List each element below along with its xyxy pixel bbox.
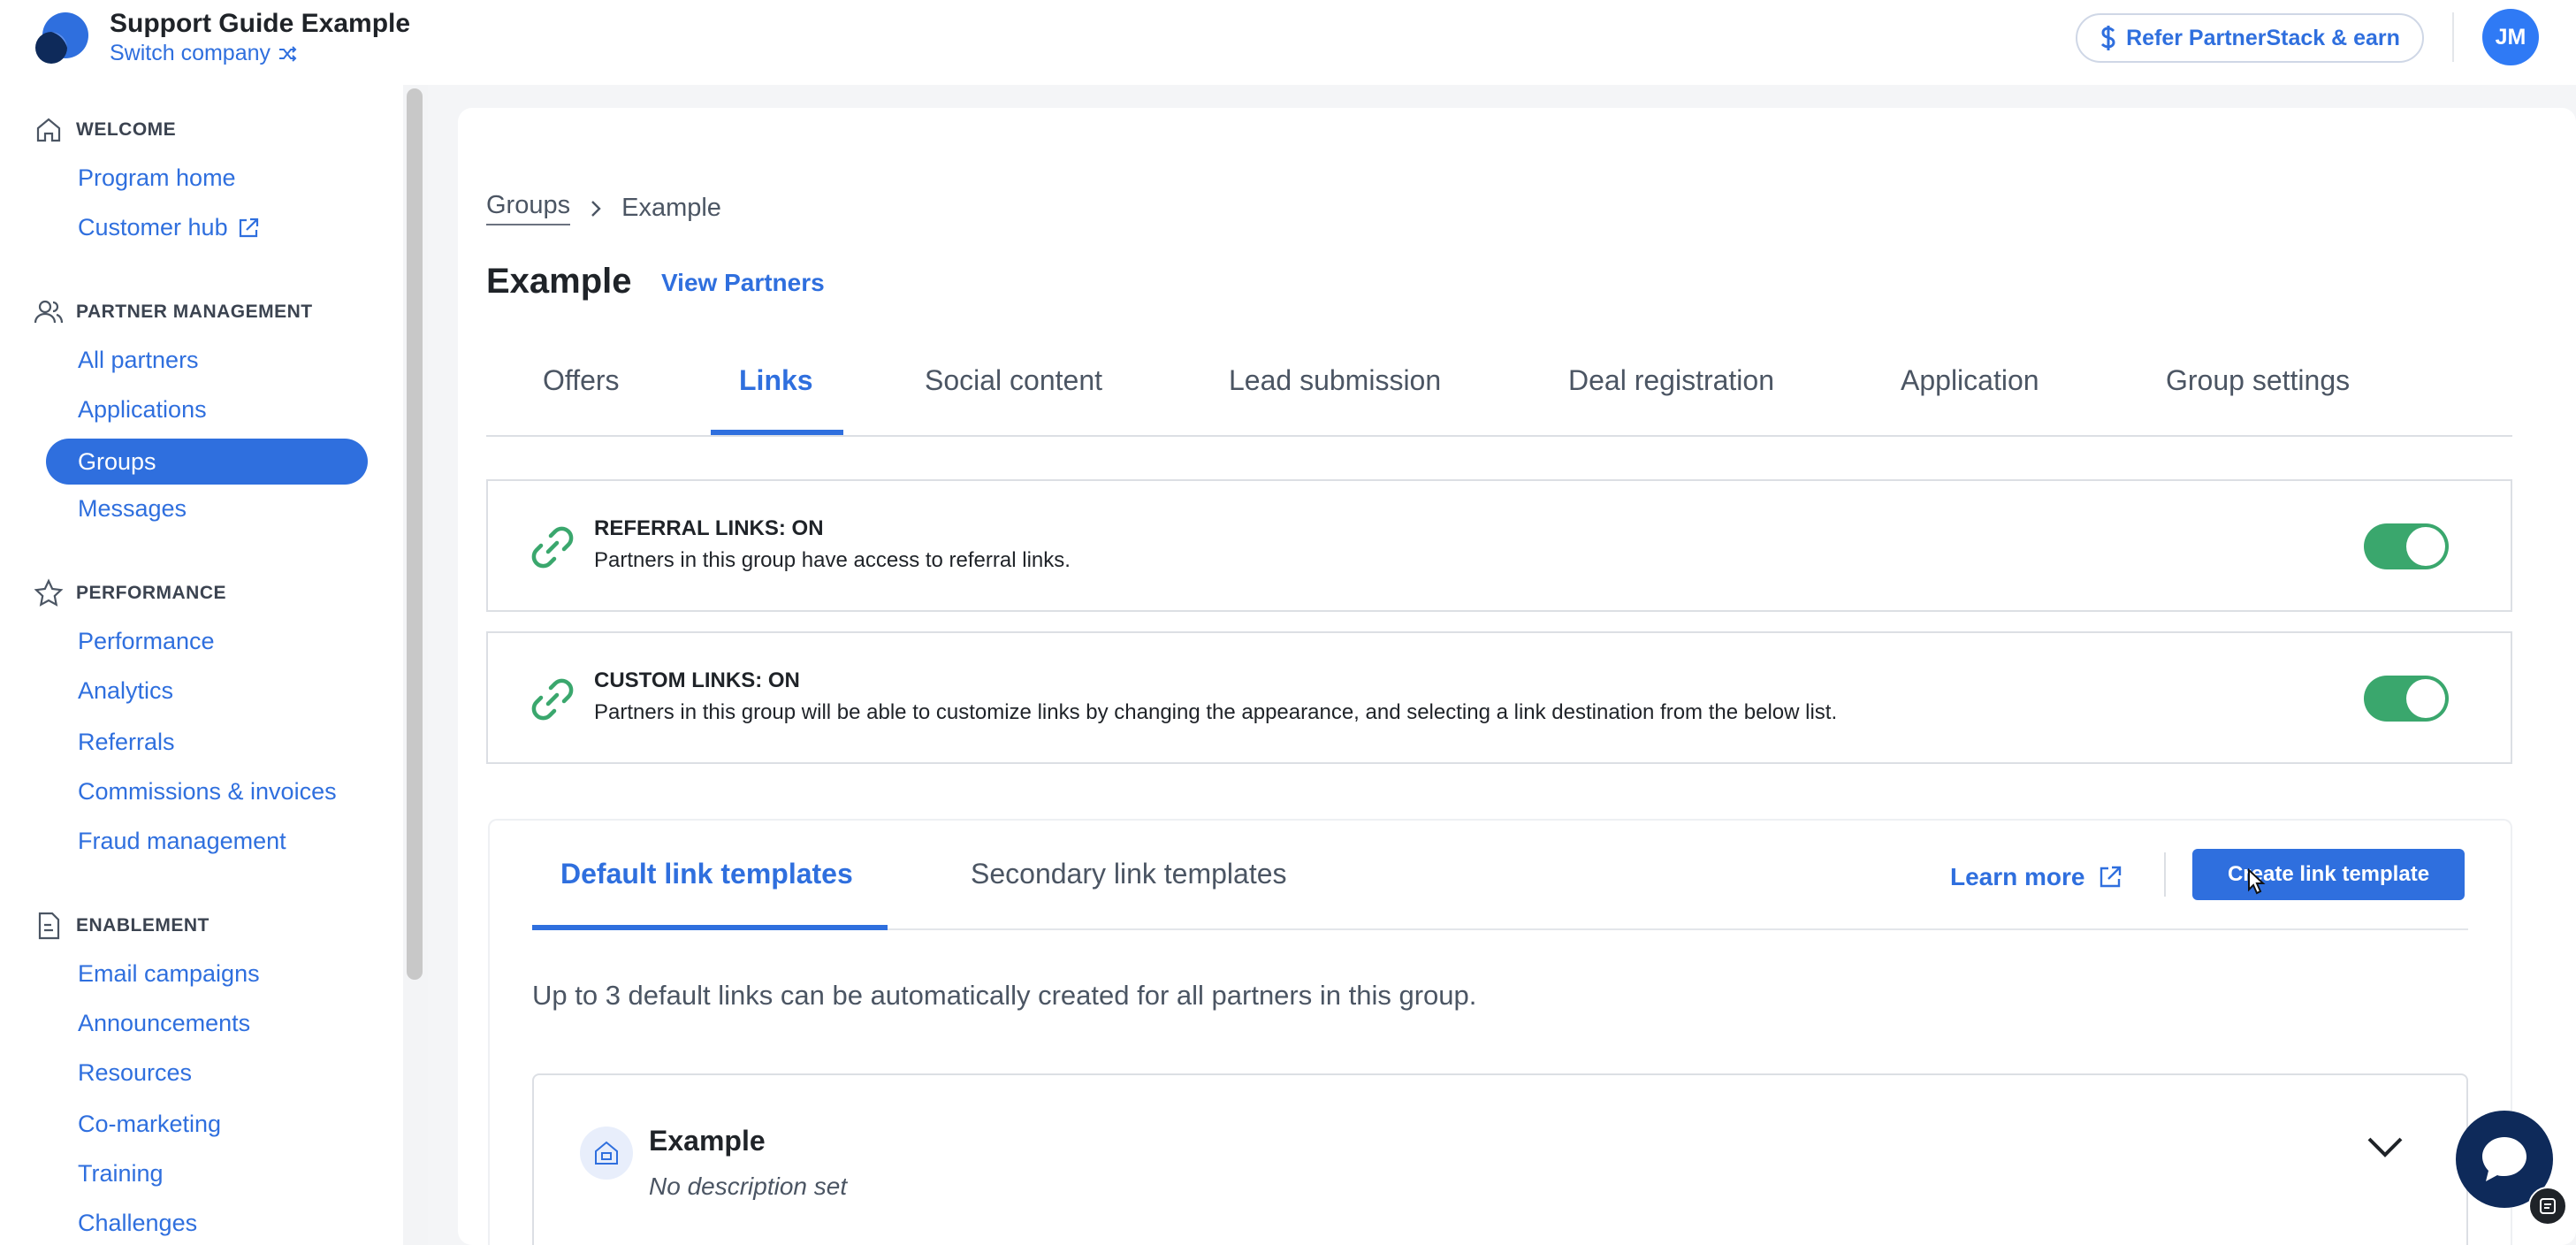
user-avatar[interactable]: JM <box>2482 9 2539 65</box>
home-icon <box>36 118 61 142</box>
company-logo[interactable] <box>34 9 88 65</box>
template-title: Example <box>649 1125 766 1157</box>
sidebar-item-resources[interactable]: Resources <box>78 1059 192 1087</box>
link-template-item[interactable]: Example No description set <box>532 1073 2468 1245</box>
company-name: Support Guide Example <box>110 9 411 38</box>
custom-links-panel: CUSTOM LINKS: ON Partners in this group … <box>486 631 2512 764</box>
list-icon <box>2540 1198 2556 1214</box>
section-performance: PERFORMANCE <box>34 578 226 608</box>
switch-company-link[interactable]: Switch company <box>110 41 299 66</box>
section-performance-title: PERFORMANCE <box>76 583 227 603</box>
external-link-icon <box>2100 866 2121 888</box>
sidebar-item-all-partners[interactable]: All partners <box>78 347 199 374</box>
breadcrumb-groups-link[interactable]: Groups <box>486 191 571 225</box>
tab-default-link-templates[interactable]: Default link templates <box>560 858 853 890</box>
section-welcome: WELCOME <box>34 115 176 145</box>
templates-description: Up to 3 default links can be automatical… <box>532 980 1477 1011</box>
custom-links-toggle[interactable] <box>2364 676 2449 722</box>
create-link-template-button[interactable]: Create link template <box>2192 849 2465 900</box>
mouse-cursor-icon <box>2248 868 2266 895</box>
sidebar-item-training[interactable]: Training <box>78 1160 164 1188</box>
sidebar-item-fraud-management[interactable]: Fraud management <box>78 828 286 855</box>
sidebar-item-performance[interactable]: Performance <box>78 628 215 655</box>
sidebar-item-applications[interactable]: Applications <box>78 396 207 424</box>
sidebar-item-co-marketing[interactable]: Co-marketing <box>78 1111 221 1138</box>
group-tabs: Offers Links Social content Lead submiss… <box>486 354 2512 437</box>
sidebar-item-commissions-invoices[interactable]: Commissions & invoices <box>78 778 337 806</box>
link-icon <box>531 526 574 569</box>
tab-lead-submission[interactable]: Lead submission <box>1229 364 1441 397</box>
sidebar-scrollbar[interactable] <box>407 88 423 980</box>
page-title: Example <box>486 262 632 301</box>
referral-links-title: REFERRAL LINKS: ON <box>594 516 824 540</box>
header-divider <box>2452 12 2454 62</box>
view-partners-link[interactable]: View Partners <box>661 269 825 297</box>
template-description: No description set <box>649 1172 848 1200</box>
section-partner-management: PARTNER MANAGEMENT <box>34 297 313 327</box>
refer-label: Refer PartnerStack & earn <box>2126 25 2400 50</box>
custom-links-description: Partners in this group will be able to c… <box>594 700 1838 724</box>
sidebar-item-challenges[interactable]: Challenges <box>78 1210 197 1237</box>
chevron-down-icon[interactable] <box>2366 1134 2405 1160</box>
learn-more-label: Learn more <box>1950 863 2085 890</box>
top-bar: Support Guide Example Switch company Ref… <box>0 0 2576 85</box>
switch-company-label: Switch company <box>110 41 271 65</box>
shuffle-icon <box>279 45 297 62</box>
sidebar-item-announcements[interactable]: Announcements <box>78 1010 250 1037</box>
tab-application[interactable]: Application <box>1901 364 2039 397</box>
sidebar-item-customer-hub[interactable]: Customer hub <box>78 214 260 241</box>
sidebar-item-referrals[interactable]: Referrals <box>78 729 175 756</box>
dollar-icon <box>2101 26 2115 50</box>
chevron-right-icon <box>591 200 601 217</box>
tab-offers[interactable]: Offers <box>543 364 620 397</box>
chat-bubble-icon <box>2482 1137 2526 1181</box>
tab-group-settings[interactable]: Group settings <box>2166 364 2350 397</box>
sidebar-item-analytics[interactable]: Analytics <box>78 677 173 705</box>
custom-links-title: CUSTOM LINKS: ON <box>594 668 800 692</box>
learn-more-link[interactable]: Learn more <box>1950 863 2123 891</box>
toggle-knob <box>2406 679 2445 718</box>
template-home-icon <box>580 1127 633 1180</box>
external-link-icon <box>239 218 258 237</box>
sidebar-item-messages[interactable]: Messages <box>78 495 187 523</box>
help-widget-button[interactable] <box>2528 1187 2567 1226</box>
sidebar-item-program-home[interactable]: Program home <box>78 164 236 192</box>
section-enablement: ENABLEMENT <box>34 911 210 941</box>
users-icon <box>34 300 64 324</box>
section-enablement-title: ENABLEMENT <box>76 915 210 936</box>
sidebar-item-label: Groups <box>78 447 156 475</box>
sidebar-item-groups[interactable]: Groups <box>46 439 368 485</box>
sidebar-item-label: Customer hub <box>78 214 228 241</box>
document-icon <box>38 912 60 940</box>
referral-links-toggle[interactable] <box>2364 523 2449 569</box>
breadcrumb: Groups Example <box>486 191 721 225</box>
sidebar-item-email-campaigns[interactable]: Email campaigns <box>78 960 260 988</box>
tab-links[interactable]: Links <box>739 364 813 397</box>
link-template-tabs: Default link templates Secondary link te… <box>532 854 2468 930</box>
toggle-knob <box>2406 527 2445 566</box>
link-icon <box>531 678 574 721</box>
section-partner-management-title: PARTNER MANAGEMENT <box>76 302 313 322</box>
refer-partnerstack-button[interactable]: Refer PartnerStack & earn <box>2076 13 2424 63</box>
referral-links-description: Partners in this group have access to re… <box>594 548 1071 572</box>
active-template-tab-indicator <box>532 925 888 930</box>
star-icon <box>34 578 64 607</box>
templates-divider <box>2164 852 2166 897</box>
active-tab-indicator <box>711 430 843 435</box>
tab-social-content[interactable]: Social content <box>925 364 1102 397</box>
referral-links-panel: REFERRAL LINKS: ON Partners in this grou… <box>486 479 2512 612</box>
tab-secondary-link-templates[interactable]: Secondary link templates <box>971 858 1287 890</box>
tab-deal-registration[interactable]: Deal registration <box>1568 364 1774 397</box>
breadcrumb-current: Example <box>621 194 721 222</box>
sidebar <box>0 85 403 1245</box>
section-welcome-title: WELCOME <box>76 119 177 140</box>
